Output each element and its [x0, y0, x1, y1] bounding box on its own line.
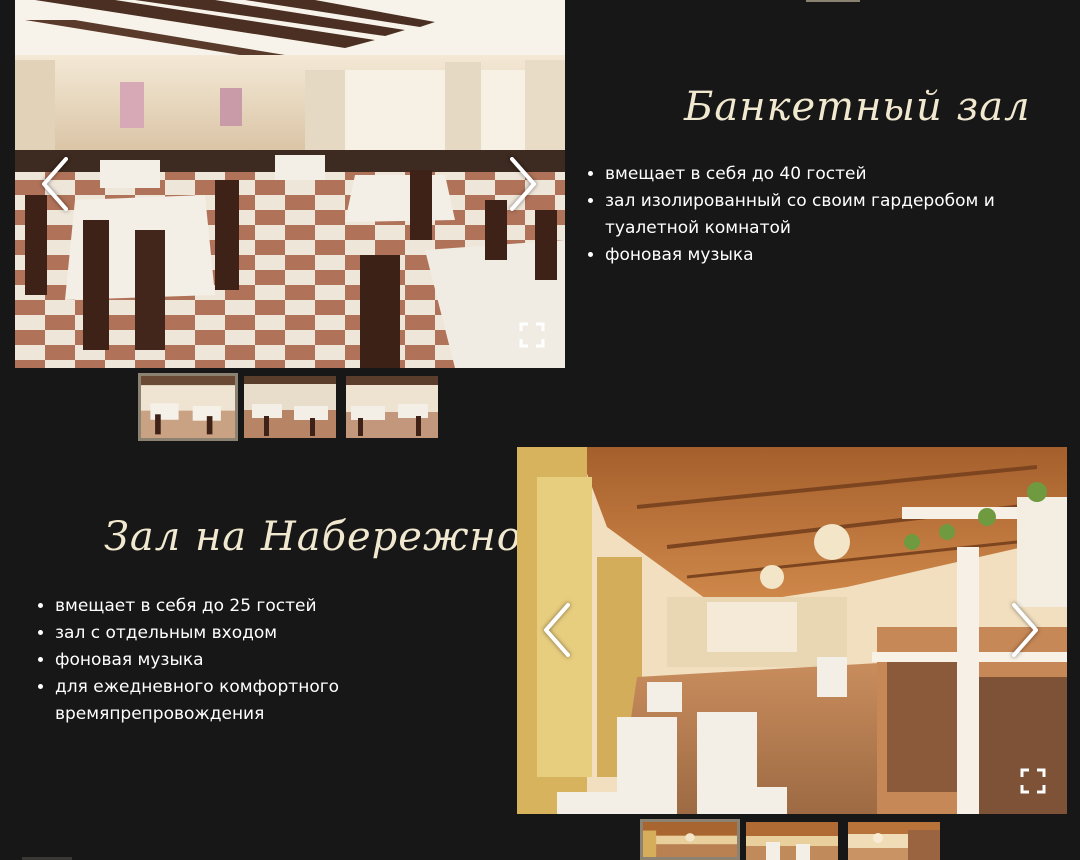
chevron-left-icon [42, 157, 68, 211]
feature-item: зал с отдельным входом [55, 620, 495, 647]
fullscreen-icon [519, 322, 545, 348]
feature-item: для ежедневного комфортного времяпрепров… [55, 674, 495, 728]
hall-features: вмещает в себя до 40 гостей зал изолиров… [583, 161, 1075, 269]
chevron-left-icon [544, 603, 570, 657]
gallery-prev-button[interactable] [33, 148, 77, 220]
gallery-thumbnail[interactable] [848, 822, 940, 860]
gallery-thumbnail[interactable] [640, 819, 740, 860]
hall-title: Зал на Набережной [104, 514, 549, 560]
chevron-right-icon [1012, 603, 1038, 657]
feature-item: вмещает в себя до 40 гостей [605, 161, 1075, 188]
chevron-right-icon [510, 157, 536, 211]
feature-item: вмещает в себя до 25 гостей [55, 593, 495, 620]
feature-item: фоновая музыка [55, 647, 495, 674]
hall-features: вмещает в себя до 25 гостей зал с отдель… [33, 593, 495, 728]
gallery-thumbnail[interactable] [746, 822, 838, 860]
gallery-thumbnail[interactable] [244, 376, 336, 438]
banquet-hall-photo[interactable] [15, 0, 565, 368]
fullscreen-button[interactable] [1020, 768, 1046, 794]
fullscreen-icon [1020, 768, 1046, 794]
gallery-next-button[interactable] [1003, 594, 1047, 666]
slider-indicator [806, 0, 860, 2]
gallery-thumbnail[interactable] [346, 376, 438, 438]
fullscreen-button[interactable] [519, 322, 545, 348]
gallery-thumbnail[interactable] [138, 373, 238, 441]
gallery-prev-button[interactable] [535, 594, 579, 666]
feature-item: зал изолированный со своим гардеробом и … [605, 188, 1075, 242]
gallery-next-button[interactable] [501, 148, 545, 220]
embankment-hall-photo[interactable] [517, 447, 1067, 814]
feature-item: фоновая музыка [605, 242, 1075, 269]
hall-title: Банкетный зал [684, 84, 1031, 130]
